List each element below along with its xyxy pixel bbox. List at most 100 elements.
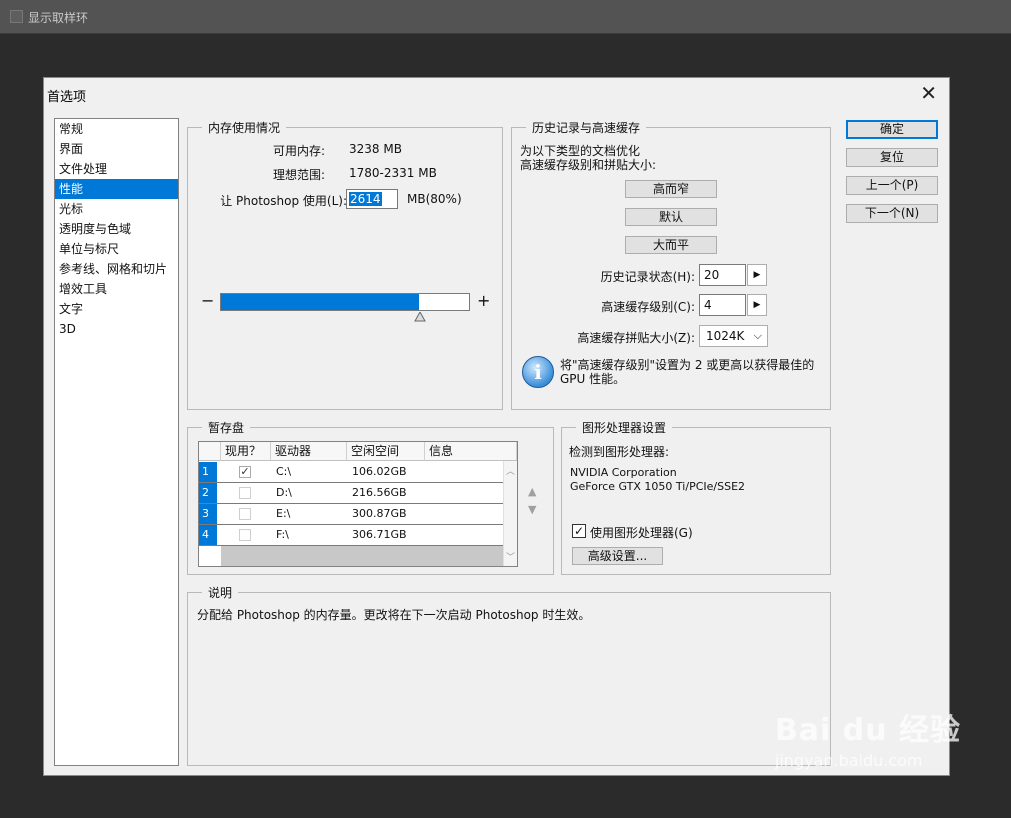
move-up-icon[interactable]: ▲ xyxy=(528,485,536,498)
cache-tile-size-select[interactable]: 1024K ⌵ xyxy=(699,325,768,347)
sidebar-item[interactable]: 光标 xyxy=(55,199,178,219)
table-row[interactable]: 2 D:\ 216.56GB xyxy=(199,483,503,504)
baidu-watermark: Bai du 经验 jingyan.baidu.com xyxy=(775,705,961,770)
dialog-title: 首选项 xyxy=(47,90,87,105)
ram-amount-value: 2614 xyxy=(349,192,382,206)
ideal-range-label: 理想范围: xyxy=(272,168,325,182)
sidebar-item[interactable]: 单位与标尺 xyxy=(55,239,178,259)
table-header-drive: 驱动器 xyxy=(271,442,347,461)
default-button[interactable]: 默认 xyxy=(625,208,717,226)
ram-slider-track[interactable] xyxy=(220,293,470,311)
gpu-note: i 将"高速缓存级别"设置为 2 或更高以获得最佳的 GPU 性能。 xyxy=(512,356,830,400)
check-icon: ✓ xyxy=(573,524,585,538)
description-text: 分配给 Photoshop 的内存量。更改将在下一次启动 Photoshop 时… xyxy=(197,608,591,622)
show-sampling-ring-checkbox[interactable] xyxy=(10,10,23,23)
gpu-detected-label: 检测到图形处理器: xyxy=(569,445,670,459)
scratch-disks-table: 现用？ 驱动器 空闲空间 信息 1 ✓ C:\ 106.02GB 2 D:\ 216.56G… xyxy=(198,441,518,567)
table-scrollbar[interactable]: ︿ ﹀ xyxy=(503,461,517,566)
sidebar-item[interactable]: 参考线、网格和切片 xyxy=(55,259,178,279)
scroll-up-icon[interactable]: ︿ xyxy=(506,464,515,477)
memory-usage-group: 内存使用情况 可用内存: 3238 MB 理想范围: 1780-2331 MB … xyxy=(187,119,503,410)
row-number: 4 xyxy=(199,525,217,545)
chevron-down-icon: ⌵ xyxy=(753,329,762,342)
memory-usage-title: 内存使用情况 xyxy=(202,119,287,136)
use-gpu-label: 使用图形处理器(G) xyxy=(590,526,693,540)
let-photoshop-use-label: 让 Photoshop 使用(L): xyxy=(220,194,347,208)
show-sampling-ring-label: 显示取样环 xyxy=(28,11,89,25)
history-cache-group: 历史记录与高速缓存 为以下类型的文档优化 高速缓存级别和拼贴大小: 高而窄 默认… xyxy=(511,119,831,410)
gpu-model: GeForce GTX 1050 Ti/PCIe/SSE2 xyxy=(570,480,746,493)
info-icon: i xyxy=(522,356,554,388)
decrease-ram-icon[interactable]: − xyxy=(201,291,214,310)
free-space-cell: 300.87GB xyxy=(352,507,407,520)
sidebar-item[interactable]: 性能 xyxy=(55,179,178,199)
sidebar-item[interactable]: 透明度与色域 xyxy=(55,219,178,239)
scratch-active-checkbox[interactable] xyxy=(239,487,251,499)
advanced-settings-button[interactable]: 高级设置... xyxy=(572,547,663,565)
drive-cell: E:\ xyxy=(276,507,291,520)
cache-levels-input[interactable]: 4 xyxy=(699,294,746,316)
ok-button[interactable]: 确定 xyxy=(846,120,938,139)
table-row[interactable]: 3 E:\ 300.87GB xyxy=(199,504,503,525)
preferences-category-list: 常规 界面 文件处理 性能 光标 透明度与色域 单位与标尺 参考线、网格和切片 增效工具 文字 3D xyxy=(54,118,179,766)
move-down-icon[interactable]: ▼ xyxy=(528,503,536,516)
history-cache-title: 历史记录与高速缓存 xyxy=(526,119,647,136)
sidebar-item[interactable]: 常规 xyxy=(55,119,178,139)
table-header-free-space: 空闲空间 xyxy=(347,442,425,461)
options-bar: 显示取样环 xyxy=(0,0,1011,34)
scratch-disks-group: 暂存盘 现用？ 驱动器 空闲空间 信息 1 ✓ C:\ 106.02GB 2 D:\ 216… xyxy=(187,419,554,575)
sidebar-item[interactable]: 增效工具 xyxy=(55,279,178,299)
gpu-settings-group: 图形处理器设置 检测到图形处理器: NVIDIA Corporation GeF… xyxy=(561,419,831,575)
tall-thin-button[interactable]: 高而窄 xyxy=(625,180,717,198)
scratch-active-checkbox[interactable] xyxy=(239,508,251,520)
watermark-url: jingyan.baidu.com xyxy=(774,751,923,770)
close-icon[interactable]: ✕ xyxy=(920,82,937,104)
free-space-cell: 306.71GB xyxy=(352,528,407,541)
scratch-disks-title: 暂存盘 xyxy=(202,419,251,436)
watermark-brand: Bai du 经验 xyxy=(774,713,961,748)
history-states-input[interactable]: 20 xyxy=(699,264,746,286)
scratch-active-checkbox[interactable]: ✓ xyxy=(239,466,251,478)
description-group: 说明 分配给 Photoshop 的内存量。更改将在下一次启动 Photosho… xyxy=(187,584,831,766)
cache-tile-size-value: 1024K xyxy=(706,329,745,343)
table-row[interactable]: 4 F:\ 306.71GB xyxy=(199,525,503,546)
row-number: 1 xyxy=(199,462,217,482)
ideal-range-value: 1780-2331 MB xyxy=(349,166,437,180)
next-button[interactable]: 下一个(N) xyxy=(846,204,938,223)
row-number: 3 xyxy=(199,504,217,524)
big-flat-button[interactable]: 大而平 xyxy=(625,236,717,254)
description-title: 说明 xyxy=(202,584,239,601)
check-icon: ✓ xyxy=(240,465,250,478)
free-space-cell: 106.02GB xyxy=(352,465,407,478)
ram-amount-input[interactable]: 2614 xyxy=(346,189,398,209)
free-space-cell: 216.56GB xyxy=(352,486,407,499)
available-ram-value: 3238 MB xyxy=(349,142,402,156)
sidebar-item[interactable]: 文字 xyxy=(55,299,178,319)
scratch-active-checkbox[interactable] xyxy=(239,529,251,541)
drive-cell: F:\ xyxy=(276,528,289,541)
previous-button[interactable]: 上一个(P) xyxy=(846,176,938,195)
table-header-corner xyxy=(199,442,221,461)
gpu-vendor: NVIDIA Corporation xyxy=(570,466,677,479)
ram-slider-fill xyxy=(221,294,420,310)
drive-cell: C:\ xyxy=(276,465,292,478)
use-gpu-checkbox[interactable]: ✓ xyxy=(572,524,586,538)
history-states-arrow-icon[interactable]: ▶ xyxy=(747,264,767,286)
cache-levels-label: 高速缓存级别(C): xyxy=(601,300,695,314)
scroll-down-icon[interactable]: ﹀ xyxy=(506,550,515,563)
gpu-note-line2: GPU 性能。 xyxy=(560,372,626,386)
sidebar-item[interactable]: 界面 xyxy=(55,139,178,159)
optimize-description-line2: 高速缓存级别和拼贴大小: xyxy=(520,158,657,172)
ram-slider-thumb[interactable] xyxy=(414,312,426,322)
table-row[interactable]: 1 ✓ C:\ 106.02GB xyxy=(199,462,503,483)
increase-ram-icon[interactable]: + xyxy=(477,291,490,310)
available-ram-label: 可用内存: xyxy=(272,144,325,158)
cache-levels-arrow-icon[interactable]: ▶ xyxy=(747,294,767,316)
sidebar-item[interactable]: 文件处理 xyxy=(55,159,178,179)
table-empty-area xyxy=(221,546,503,566)
ram-unit-label: MB(80%) xyxy=(407,192,462,206)
row-number: 2 xyxy=(199,483,217,503)
sidebar-item[interactable]: 3D xyxy=(55,319,178,339)
gpu-settings-title: 图形处理器设置 xyxy=(576,419,673,436)
reset-button[interactable]: 复位 xyxy=(846,148,938,167)
